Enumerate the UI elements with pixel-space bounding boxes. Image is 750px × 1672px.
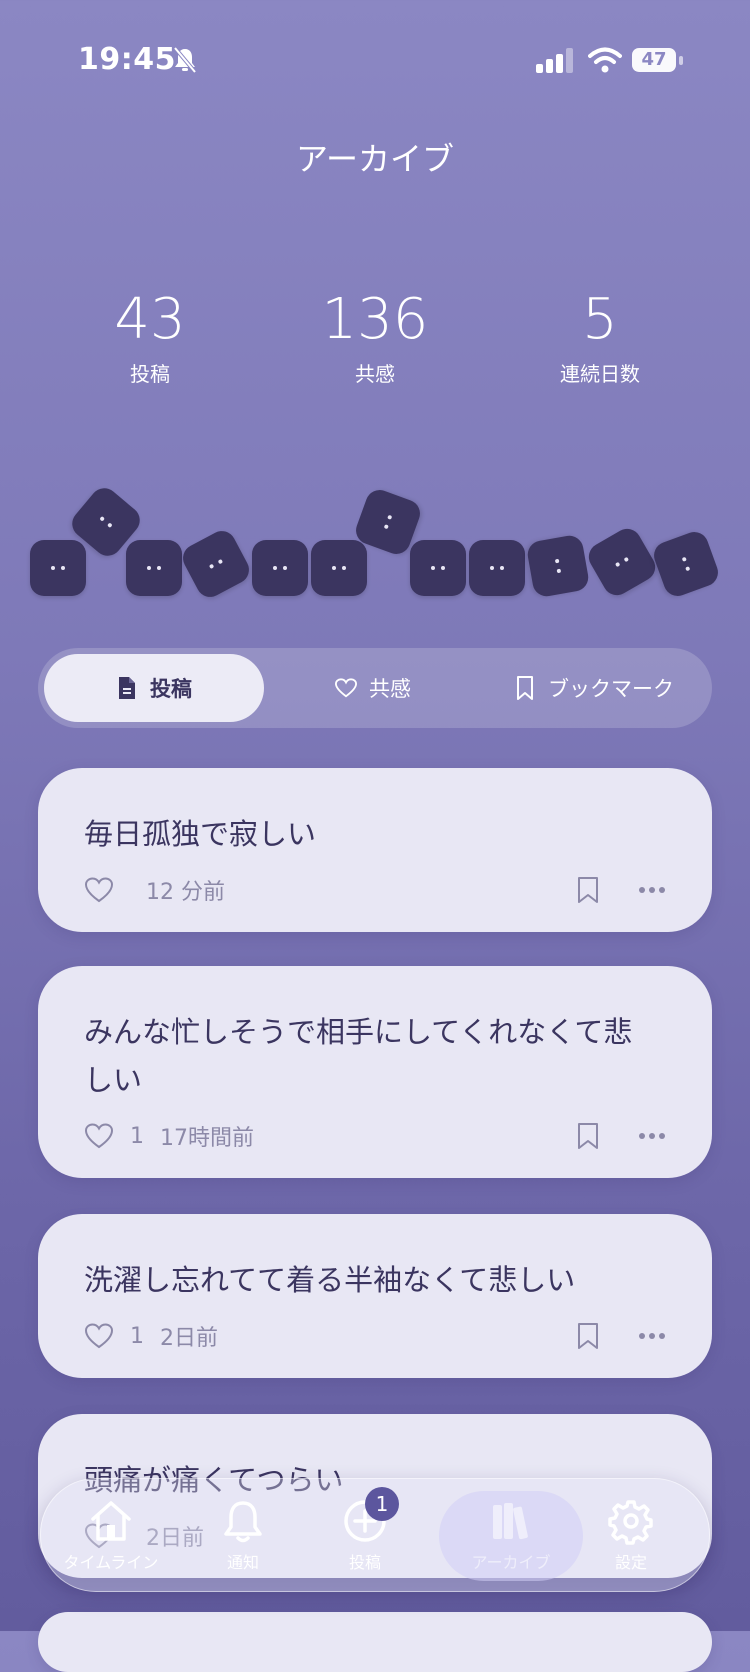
notification-badge: 1 [365,1487,399,1521]
nav-timeline[interactable]: タイムライン [51,1491,171,1581]
nav-label: アーカイブ [471,1553,551,1572]
post-text: みんな忙しそうで相手にしてくれなくて悲しい [84,1015,633,1097]
post-like-count: 1 [130,1123,144,1149]
block-character [525,533,591,599]
heart-icon[interactable] [84,1322,114,1350]
nav-settings[interactable]: 設定 [571,1491,691,1581]
status-bar: 19:45 47 [0,0,750,110]
home-icon [91,1501,131,1541]
post-like-count: 1 [130,1323,144,1349]
post-card[interactable]: 洗濯し忘れてて着る半袖なくて悲しい 1 2日前 [38,1214,712,1378]
bookmark-icon[interactable] [576,1122,600,1150]
document-icon [119,677,135,699]
status-time: 19:45 [78,42,176,77]
more-icon[interactable] [638,886,666,894]
block-character [30,540,86,596]
more-icon[interactable] [638,1132,666,1140]
stat-streak: 5 連続日数 [500,290,700,387]
post-meta: 1 17時間前 [84,1120,254,1152]
nav-label: 投稿 [348,1553,381,1572]
streak-blocks [0,480,750,610]
block-character [410,540,466,596]
stat-value: 43 [114,287,186,352]
archive-tabs: 投稿 共感 ブックマーク [38,648,712,728]
bookmark-icon[interactable] [576,1322,600,1350]
stats-row: 43 投稿 136 共感 5 連続日数 [0,290,750,400]
nav-label: タイムライン [63,1553,159,1572]
bell-icon [224,1501,262,1543]
nav-label: 通知 [226,1553,259,1572]
stat-label: 共感 [355,362,395,386]
block-character [650,528,722,600]
heart-icon[interactable] [84,1122,114,1150]
block-character [469,540,525,596]
tab-empathy[interactable]: 共感 [268,654,478,722]
tab-posts[interactable]: 投稿 [44,654,264,722]
bell-off-icon [173,46,197,74]
post-meta: 1 2日前 [84,1320,218,1352]
post-text: 洗濯し忘れてて着る半袖なくて悲しい [84,1263,576,1297]
post-time: 17時間前 [160,1126,254,1151]
heart-icon [335,678,357,698]
battery-level: 47 [632,48,676,72]
post-time: 12 分前 [146,880,225,905]
post-text: 毎日孤独で寂しい [84,817,317,851]
heart-icon[interactable] [84,876,114,904]
nav-label: 設定 [614,1553,647,1572]
nav-post[interactable]: 投稿 1 [305,1487,425,1581]
post-time: 2日前 [160,1326,218,1351]
bottom-nav: タイムライン 通知 投稿 1 アーカイブ 設定 [40,1478,710,1592]
block-character [311,540,367,596]
nav-archive[interactable]: アーカイブ [439,1491,583,1581]
block-character [126,540,182,596]
block-character [583,523,661,601]
stat-empathy: 136 共感 [275,290,475,387]
bookmark-icon [517,676,533,700]
signal-icon [536,48,573,73]
bookmark-icon[interactable] [576,876,600,904]
stat-label: 連続日数 [560,362,640,386]
tab-label: 共感 [369,677,411,701]
wifi-icon [588,47,622,73]
stat-posts: 43 投稿 [50,290,250,387]
tab-label: 投稿 [150,677,192,701]
battery-icon: 47 [632,48,684,74]
tab-bookmarks[interactable]: ブックマーク [482,654,706,722]
tab-label: ブックマーク [548,677,674,701]
post-card[interactable]: 毎日孤独で寂しい 12 分前 [38,768,712,932]
nav-notifications[interactable]: 通知 [183,1491,303,1581]
block-character [178,526,254,602]
page-title: アーカイブ [295,140,455,178]
books-icon [493,1503,528,1540]
stat-value: 5 [582,287,618,352]
block-character [252,540,308,596]
gear-icon [608,1500,653,1545]
more-icon[interactable] [638,1332,666,1340]
post-card[interactable]: みんな忙しそうで相手にしてくれなくて悲しい 1 17時間前 [38,966,712,1178]
stat-label: 投稿 [130,362,170,386]
stat-value: 136 [321,287,429,352]
post-meta: 12 分前 [84,874,225,906]
post-card[interactable] [38,1612,712,1672]
